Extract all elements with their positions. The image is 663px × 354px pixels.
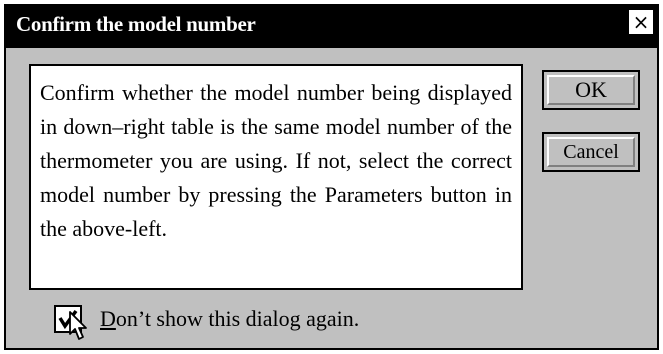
message-text: Confirm whether the model number being d… bbox=[40, 80, 512, 241]
dialog-title: Confirm the model number bbox=[16, 12, 256, 36]
message-panel: Confirm whether the model number being d… bbox=[29, 64, 523, 290]
close-icon: × bbox=[632, 10, 650, 34]
confirm-model-dialog: Confirm the model number × Confirm wheth… bbox=[4, 4, 659, 350]
close-button[interactable]: × bbox=[627, 8, 655, 36]
ok-button-label: OK bbox=[547, 75, 635, 105]
cancel-button-label: Cancel bbox=[547, 137, 635, 167]
label-rest: on’t show this dialog again. bbox=[115, 306, 360, 331]
arrow-cursor-icon bbox=[69, 311, 87, 340]
ok-button[interactable]: OK bbox=[542, 70, 640, 110]
label-mnemonic: D bbox=[100, 306, 116, 331]
title-bar: Confirm the model number × bbox=[6, 6, 657, 48]
dont-show-again-label[interactable]: Don’t show this dialog again. bbox=[100, 306, 359, 332]
cancel-button[interactable]: Cancel bbox=[542, 132, 640, 172]
